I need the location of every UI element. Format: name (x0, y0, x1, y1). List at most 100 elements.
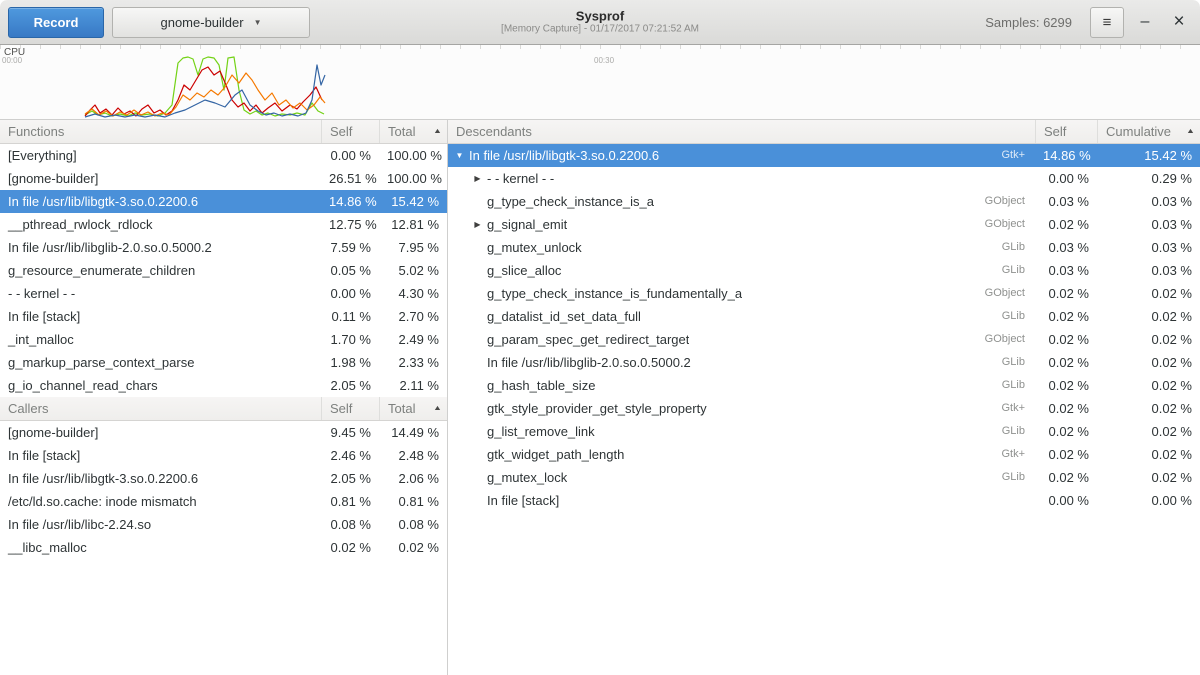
expander-icon[interactable]: ▶ (471, 167, 484, 190)
table-row[interactable]: g_markup_parse_context_parse 1.98 % 2.33… (0, 351, 447, 374)
function-name-label: g_slice_alloc (487, 259, 561, 282)
self-percent: 12.75 % (321, 213, 379, 236)
table-row[interactable]: In file [stack] 2.46 % 2.48 % (0, 444, 447, 467)
tree-row[interactable]: gtk_widget_path_length Gtk+ 0.02 % 0.02 … (448, 443, 1200, 466)
tree-row[interactable]: In file /usr/lib/libglib-2.0.so.0.5000.2… (448, 351, 1200, 374)
column-cumulative[interactable]: Cumulative ▲ (1097, 120, 1200, 143)
column-descendants[interactable]: Descendants (448, 120, 1035, 143)
cumulative-percent: 0.02 % (1097, 443, 1200, 466)
table-row[interactable]: [gnome-builder] 26.51 % 100.00 % (0, 167, 447, 190)
total-percent: 4.30 % (379, 282, 447, 305)
column-callers[interactable]: Callers (0, 397, 321, 420)
minimize-button[interactable]: – (1132, 9, 1158, 35)
cumulative-percent: 0.02 % (1097, 328, 1200, 351)
column-self[interactable]: Self (321, 397, 379, 420)
function-name: g_type_check_instance_is_a (448, 190, 945, 213)
table-row[interactable]: In file /usr/lib/libgtk-3.so.0.2200.6 14… (0, 190, 447, 213)
function-name: In file /usr/lib/libglib-2.0.so.0.5000.2 (448, 351, 945, 374)
function-name: g_hash_table_size (448, 374, 945, 397)
tree-row[interactable]: g_type_check_instance_is_a GObject 0.03 … (448, 190, 1200, 213)
table-row[interactable]: - - kernel - - 0.00 % 4.30 % (0, 282, 447, 305)
cpu-green-line (85, 57, 324, 116)
table-row[interactable]: __libc_malloc 0.02 % 0.02 % (0, 536, 447, 559)
self-percent: 0.03 % (1035, 259, 1097, 282)
tree-row[interactable]: g_slice_alloc GLib 0.03 % 0.03 % (448, 259, 1200, 282)
tree-row[interactable]: ▶ g_signal_emit GObject 0.02 % 0.03 % (448, 213, 1200, 236)
cumulative-percent: 0.02 % (1097, 466, 1200, 489)
tree-row[interactable]: ▶ - - kernel - - 0.00 % 0.29 % (448, 167, 1200, 190)
function-name: [gnome-builder] (0, 167, 321, 190)
tree-row[interactable]: g_mutex_lock GLib 0.02 % 0.02 % (448, 466, 1200, 489)
close-button[interactable]: × (1166, 9, 1192, 35)
descendants-pane: Descendants Self Cumulative ▲ ▼ In file … (448, 120, 1200, 675)
self-percent: 2.05 % (321, 467, 379, 490)
library-tag: GLib (945, 259, 1035, 282)
tree-row[interactable]: gtk_style_provider_get_style_property Gt… (448, 397, 1200, 420)
function-name: In file /usr/lib/libgtk-3.so.0.2200.6 (0, 190, 321, 213)
self-percent: 0.81 % (321, 490, 379, 513)
library-tag: Gtk+ (945, 397, 1035, 420)
sysprof-window: Record gnome-builder ▼ Sysprof [Memory C… (0, 0, 1200, 675)
total-percent: 2.48 % (379, 444, 447, 467)
table-row[interactable]: [gnome-builder] 9.45 % 14.49 % (0, 421, 447, 444)
column-total[interactable]: Total ▲ (379, 397, 447, 420)
tree-row[interactable]: g_datalist_id_set_data_full GLib 0.02 % … (448, 305, 1200, 328)
function-name: __pthread_rwlock_rdlock (0, 213, 321, 236)
total-percent: 0.81 % (379, 490, 447, 513)
table-row[interactable]: __pthread_rwlock_rdlock 12.75 % 12.81 % (0, 213, 447, 236)
function-name: In file /usr/lib/libc-2.24.so (0, 513, 321, 536)
column-self[interactable]: Self (321, 120, 379, 143)
function-name: In file /usr/lib/libgtk-3.so.0.2200.6 (0, 467, 321, 490)
table-row[interactable]: g_io_channel_read_chars 2.05 % 2.11 % (0, 374, 447, 397)
expander-icon[interactable]: ▼ (453, 144, 466, 167)
tree-row[interactable]: g_mutex_unlock GLib 0.03 % 0.03 % (448, 236, 1200, 259)
function-name: ▶ - - kernel - - (448, 167, 945, 190)
table-row[interactable]: In file /usr/lib/libc-2.24.so 0.08 % 0.0… (0, 513, 447, 536)
function-name-label: g_list_remove_link (487, 420, 595, 443)
self-percent: 0.00 % (1035, 489, 1097, 512)
column-functions[interactable]: Functions (0, 120, 321, 143)
table-row[interactable]: /etc/ld.so.cache: inode mismatch 0.81 % … (0, 490, 447, 513)
total-percent: 2.06 % (379, 467, 447, 490)
total-percent: 2.49 % (379, 328, 447, 351)
table-row[interactable]: In file /usr/lib/libgtk-3.so.0.2200.6 2.… (0, 467, 447, 490)
function-name-label: g_hash_table_size (487, 374, 595, 397)
table-row[interactable]: [Everything] 0.00 % 100.00 % (0, 144, 447, 167)
table-row[interactable]: _int_malloc 1.70 % 2.49 % (0, 328, 447, 351)
column-total[interactable]: Total ▲ (379, 120, 447, 143)
function-name: g_param_spec_get_redirect_target (448, 328, 945, 351)
total-percent: 5.02 % (379, 259, 447, 282)
column-total-label: Total (388, 397, 415, 420)
menu-button[interactable]: ≡ (1090, 7, 1124, 38)
record-button[interactable]: Record (8, 7, 104, 38)
self-percent: 0.02 % (1035, 282, 1097, 305)
tree-row[interactable]: g_hash_table_size GLib 0.02 % 0.02 % (448, 374, 1200, 397)
table-row[interactable]: g_resource_enumerate_children 0.05 % 5.0… (0, 259, 447, 282)
cpu-blue-line (85, 65, 325, 117)
function-name-label: gtk_style_provider_get_style_property (487, 397, 707, 420)
library-tag: Gtk+ (945, 144, 1035, 167)
expander-icon[interactable]: ▶ (471, 213, 484, 236)
table-row[interactable]: In file [stack] 0.11 % 2.70 % (0, 305, 447, 328)
cpu-red-line (85, 67, 322, 116)
tree-row[interactable]: g_type_check_instance_is_fundamentally_a… (448, 282, 1200, 305)
self-percent: 0.02 % (1035, 466, 1097, 489)
tree-row[interactable]: In file [stack] 0.00 % 0.00 % (448, 489, 1200, 512)
column-self[interactable]: Self (1035, 120, 1097, 143)
process-selector-dropdown[interactable]: gnome-builder ▼ (112, 7, 310, 38)
tree-row[interactable]: g_param_spec_get_redirect_target GObject… (448, 328, 1200, 351)
table-row[interactable]: In file /usr/lib/libglib-2.0.so.0.5000.2… (0, 236, 447, 259)
tree-row[interactable]: ▼ In file /usr/lib/libgtk-3.so.0.2200.6 … (448, 144, 1200, 167)
app-title: Sysprof (501, 9, 699, 24)
callers-table-header: Callers Self Total ▲ (0, 397, 447, 421)
function-name: _int_malloc (0, 328, 321, 351)
tree-row[interactable]: g_list_remove_link GLib 0.02 % 0.02 % (448, 420, 1200, 443)
self-percent: 0.00 % (321, 144, 379, 167)
function-name: In file [stack] (0, 305, 321, 328)
self-percent: 0.05 % (321, 259, 379, 282)
function-name-label: g_type_check_instance_is_a (487, 190, 654, 213)
close-icon: × (1173, 14, 1184, 30)
self-percent: 0.00 % (1035, 167, 1097, 190)
cpu-graph[interactable]: CPU 00:00 00:30 (0, 45, 1200, 120)
function-name: g_slice_alloc (448, 259, 945, 282)
